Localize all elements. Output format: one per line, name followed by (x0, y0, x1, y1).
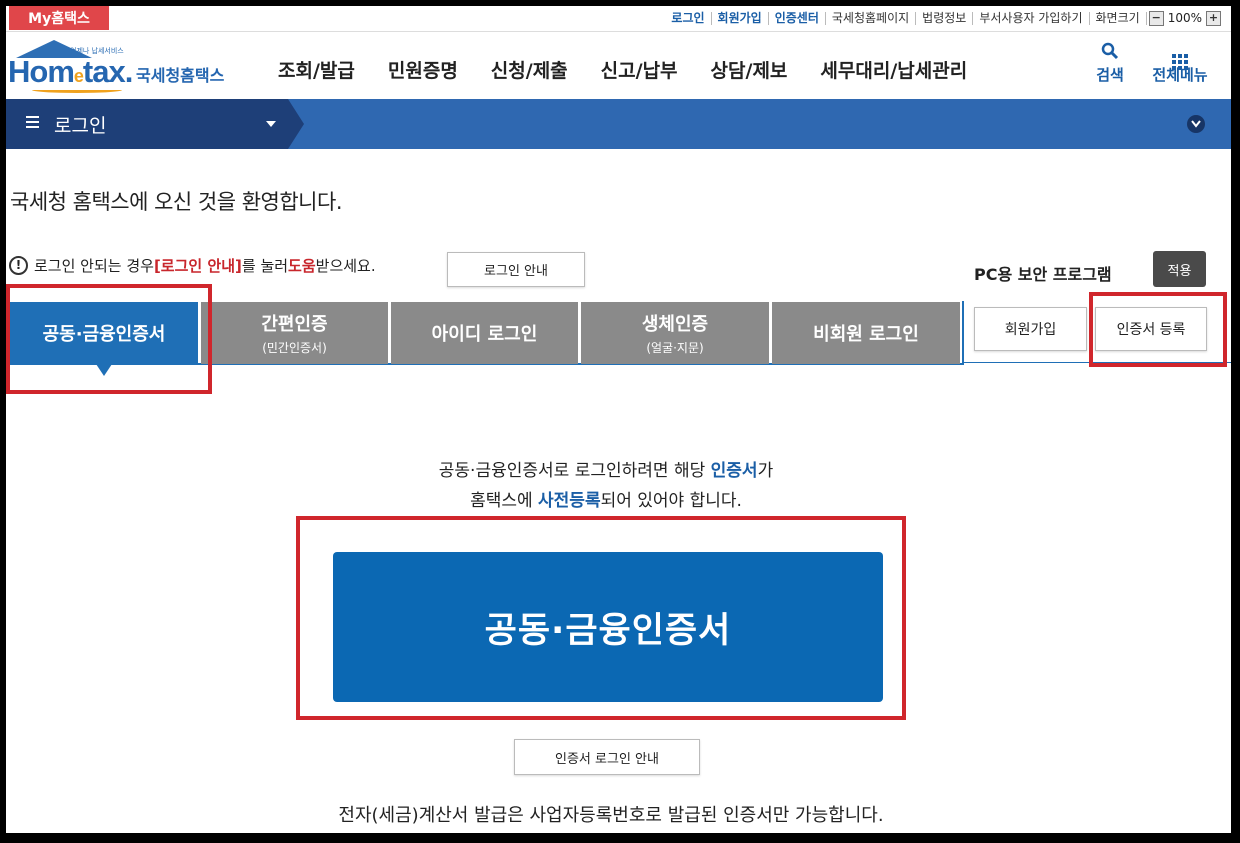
nav-item-consult[interactable]: 상담/제보 (711, 56, 788, 83)
login-help-notice: ! 로그인 안되는 경우 [로그인 안내] 를 눌러 도움 받으세요. (9, 255, 376, 276)
e-invoice-note: 전자(세금)계산서 발급은 사업자등록번호로 발급된 인증서만 가능합니다. (338, 805, 884, 826)
signup-link[interactable]: 회원가입 (712, 11, 769, 25)
zoom-out-button[interactable]: − (1148, 10, 1164, 26)
logo-korean: 국세청홈택스 (136, 66, 225, 85)
zoom-in-button[interactable]: + (1206, 10, 1221, 26)
login-link[interactable]: 로그인 (665, 11, 712, 25)
security-program-label: PC용 보안 프로그램 (974, 265, 1112, 284)
utility-links: 로그인 회원가입 인증센터 국세청홈페이지 법령정보 부서사용자 가입하기 화면… (665, 9, 1223, 27)
search-icon (1080, 42, 1140, 64)
search-button[interactable]: 검색 (1080, 42, 1140, 85)
welcome-message: 국세청 홈택스에 오신 것을 환영합니다. (10, 190, 343, 214)
nav-item-certificates[interactable]: 민원증명 (388, 56, 458, 83)
joint-financial-cert-login-button[interactable]: 공동·금융인증서 (333, 552, 883, 702)
breadcrumb-label: 로그인 (54, 115, 107, 137)
tab-simple-auth[interactable]: 간편인증 (민간인증서) (201, 302, 388, 364)
screen-size-label: 화면크기 (1090, 11, 1147, 25)
cert-description: 공동·금융인증서로 로그인하려면 해당 인증서가 홈택스에 사전등록되어 있어야… (438, 461, 774, 511)
page: My홈택스 로그인 회원가입 인증센터 국세청홈페이지 법령정보 부서사용자 가… (6, 6, 1231, 833)
grid-menu-icon (1146, 42, 1214, 70)
nav-item-lookup[interactable]: 조회/발급 (278, 56, 355, 83)
security-apply-button[interactable]: 적용 (1153, 251, 1206, 287)
cert-login-guide-button[interactable]: 인증서 로그인 안내 (514, 739, 700, 775)
hometax-logo[interactable]: 언제나 납세서비스 Hometax. 국세청홈택스 (8, 40, 238, 94)
tab-non-member[interactable]: 비회원 로그인 (772, 302, 960, 364)
main-nav: 조회/발급 민원증명 신청/제출 신고/납부 상담/제보 세무대리/납세관리 (278, 56, 1000, 83)
my-hometax-tab[interactable]: My홈택스 (9, 6, 109, 30)
exclamation-icon: ! (9, 256, 28, 275)
nav-item-apply[interactable]: 신청/제출 (491, 56, 568, 83)
caret-down-icon (266, 121, 276, 127)
all-menu-label: 전체메뉴 (1152, 66, 1208, 84)
chevron-down-circle-icon[interactable] (1187, 115, 1205, 133)
dept-user-signup-link[interactable]: 부서사용자 가입하기 (973, 11, 1090, 25)
utility-bar: My홈택스 로그인 회원가입 인증센터 국세청홈페이지 법령정보 부서사용자 가… (6, 6, 1231, 32)
login-guide-button[interactable]: 로그인 안내 (447, 252, 585, 287)
location-bar: 로그인 (6, 99, 1231, 149)
tab-divider (962, 301, 964, 364)
highlight-box-tab (6, 284, 212, 394)
header: 언제나 납세서비스 Hometax. 국세청홈택스 조회/발급 민원증명 신청/… (6, 32, 1231, 99)
tab-biometric[interactable]: 생체인증 (얼굴·지문) (581, 302, 769, 364)
all-menu-button[interactable]: 전체메뉴 (1146, 42, 1214, 85)
hamburger-icon (26, 116, 39, 131)
nts-homepage-link[interactable]: 국세청홈페이지 (826, 11, 917, 25)
search-label: 검색 (1096, 66, 1124, 84)
zoom-level: 100% (1167, 11, 1202, 25)
breadcrumb[interactable]: 로그인 (6, 99, 304, 149)
law-info-link[interactable]: 법령정보 (916, 11, 974, 25)
highlight-box-cert-register (1089, 292, 1227, 367)
nav-item-tax-agent[interactable]: 세무대리/납세관리 (820, 56, 967, 83)
nav-item-report-pay[interactable]: 신고/납부 (601, 56, 678, 83)
logo-swoosh (32, 87, 122, 93)
signup-button[interactable]: 회원가입 (974, 307, 1087, 351)
tab-id-login[interactable]: 아이디 로그인 (391, 302, 578, 364)
logo-wordmark: Hometax. (8, 54, 133, 89)
cert-center-link[interactable]: 인증센터 (769, 11, 826, 25)
